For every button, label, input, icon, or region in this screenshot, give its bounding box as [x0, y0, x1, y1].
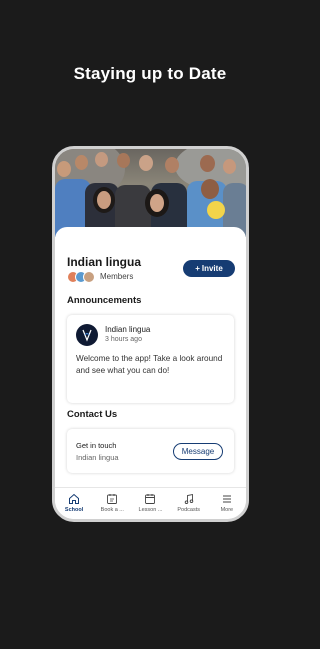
- calendar-icon: [145, 494, 156, 504]
- announcement-author: Indian lingua: [105, 325, 151, 334]
- calendar-booking-icon: [107, 494, 118, 504]
- tab-label: More: [220, 507, 234, 513]
- tab-book[interactable]: Book a ...: [94, 493, 130, 513]
- announcement-card[interactable]: Indian lingua 3 hours ago Welcome to the…: [67, 315, 234, 403]
- contact-card-title: Get in touch: [76, 441, 117, 450]
- school-logo-icon: [76, 324, 98, 346]
- promo-title: Staying up to Date: [73, 64, 227, 83]
- tab-label: Podcasts: [177, 507, 200, 513]
- school-name: Indian lingua: [67, 255, 141, 269]
- tab-lesson[interactable]: Lesson ...: [132, 493, 168, 513]
- member-avatar: [83, 271, 95, 283]
- menu-icon: [222, 495, 231, 503]
- tab-school[interactable]: School: [56, 493, 92, 513]
- plus-icon: +: [195, 264, 200, 273]
- tab-more[interactable]: More: [209, 493, 245, 513]
- invite-label: Invite: [201, 264, 223, 273]
- phone-frame: Indian lingua Members + Invite Announcem…: [52, 146, 249, 522]
- announcement-time: 3 hours ago: [105, 336, 142, 343]
- announcements-title: Announcements: [67, 295, 142, 306]
- hero-photo: [55, 149, 246, 237]
- contact-title: Contact Us: [67, 409, 118, 420]
- message-button[interactable]: Message: [173, 443, 223, 460]
- music-note-icon: [184, 493, 193, 504]
- tab-label: Book a ...: [100, 507, 124, 513]
- contact-card-subtitle: Indian lingua: [76, 453, 119, 462]
- member-avatars[interactable]: [67, 271, 97, 283]
- tab-podcasts[interactable]: Podcasts: [171, 493, 207, 513]
- bottom-tab-bar: School Book a ... Lesson ... Podcasts Mo…: [55, 487, 246, 519]
- invite-button[interactable]: + Invite: [183, 260, 235, 277]
- home-icon: [69, 493, 80, 504]
- members-label[interactable]: Members: [100, 272, 133, 281]
- school-content: Indian lingua Members + Invite Announcem…: [55, 227, 246, 487]
- contact-card: Get in touch Indian lingua Message: [67, 429, 234, 473]
- tab-label: School: [64, 507, 84, 513]
- announcement-body: Welcome to the app! Take a look around a…: [76, 354, 223, 375]
- tab-label: Lesson ...: [138, 507, 163, 513]
